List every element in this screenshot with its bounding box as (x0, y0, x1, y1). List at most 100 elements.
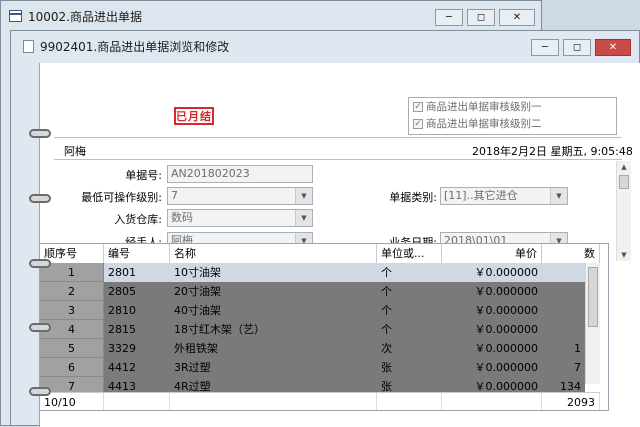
row-name: 10寸油架 (170, 263, 377, 282)
row-price: ￥0.000000 (442, 301, 542, 320)
doc-type-select[interactable]: [11]..其它进仓 ▼ (440, 187, 568, 205)
scroll-down-icon[interactable]: ▼ (617, 249, 631, 261)
table-row[interactable]: 6 4412 3R过塑 张 ￥0.000000 7 (40, 358, 585, 377)
doc-type-label: 单据类别: (389, 191, 437, 204)
back-close-button[interactable]: ✕ (499, 9, 535, 26)
row-code: 2805 (104, 282, 170, 301)
column-header-price[interactable]: 单价 (442, 244, 542, 263)
column-header-qty[interactable]: 数 (542, 244, 600, 263)
row-name: 外租铁架 (170, 339, 377, 358)
approval-box: ✓ 商品进出单据审核级别一 ✓ 商品进出单据审核级别二 (408, 97, 617, 135)
row-price: ￥0.000000 (442, 263, 542, 282)
table-row[interactable]: 3 2810 40寸油架 个 ￥0.000000 (40, 301, 585, 320)
min-level-select[interactable]: 7 ▼ (167, 187, 313, 205)
front-window-title: 9902401.商品进出单据浏览和修改 (40, 39, 230, 54)
doc-no-field[interactable]: AN201802023 (167, 165, 313, 183)
back-minimize-button[interactable]: ─ (435, 9, 463, 26)
row-unit: 张 (377, 358, 442, 377)
current-user: 阿梅 (64, 145, 86, 158)
approval-level-2-label: 商品进出单据审核级别二 (426, 118, 542, 130)
table-row[interactable]: 2 2805 20寸油架 个 ￥0.000000 (40, 282, 585, 301)
doc-type-value: [11]..其它进仓 (444, 189, 518, 202)
footer-cell (170, 393, 377, 410)
table-row[interactable]: 4 2815 18寸红木架（艺） 个 ￥0.000000 (40, 320, 585, 339)
row-qty (542, 301, 585, 320)
binder-ring-icon (29, 387, 51, 396)
row-price: ￥0.000000 (442, 339, 542, 358)
column-header-unit[interactable]: 单位或... (377, 244, 442, 263)
scroll-thumb[interactable] (619, 175, 629, 189)
row-qty: 1 (542, 339, 585, 358)
back-maximize-button[interactable]: ◻ (467, 9, 495, 26)
form-scrollbar[interactable]: ▲ ▼ (616, 161, 631, 261)
table-row[interactable]: 5 3329 外租铁架 次 ￥0.000000 1 (40, 339, 585, 358)
approval-level-1[interactable]: ✓ 商品进出单据审核级别一 (413, 98, 616, 115)
warehouse-label: 入货仓库: (114, 213, 162, 226)
row-price: ￥0.000000 (442, 358, 542, 377)
row-qty (542, 282, 585, 301)
row-name: 40寸油架 (170, 301, 377, 320)
row-qty: 7 (542, 358, 585, 377)
front-maximize-button[interactable]: ◻ (563, 39, 591, 56)
front-window: 9902401.商品进出单据浏览和修改 ─ ◻ ✕ 已月结 ✓ 商品进出单据审核… (10, 30, 640, 427)
back-window-title: 10002.商品进出单据 (28, 9, 142, 24)
row-unit: 个 (377, 320, 442, 339)
current-datetime: 2018年2月2日 星期五, 9:05:48 (472, 145, 633, 158)
column-header-code[interactable]: 编号 (104, 244, 170, 263)
row-name: 20寸油架 (170, 282, 377, 301)
row-qty (542, 263, 585, 282)
min-level-label: 最低可操作级别: (81, 191, 162, 204)
footer-cell (377, 393, 442, 410)
row-seq: 5 (40, 339, 104, 358)
row-unit: 个 (377, 263, 442, 282)
footer-cell (442, 393, 542, 410)
divider (54, 159, 622, 160)
warehouse-value: 数码 (171, 211, 193, 224)
footer-total: 2093 (542, 393, 600, 410)
approval-level-2[interactable]: ✓ 商品进出单据审核级别二 (413, 115, 616, 132)
row-unit: 个 (377, 301, 442, 320)
binder-ring-icon (29, 323, 51, 332)
row-price: ￥0.000000 (442, 320, 542, 339)
row-unit: 个 (377, 282, 442, 301)
front-close-button[interactable]: ✕ (595, 39, 631, 56)
row-name: 18寸红木架（艺） (170, 320, 377, 339)
divider (54, 137, 622, 138)
binder-ring-icon (29, 259, 51, 268)
binder-ring-icon (29, 194, 51, 203)
row-name: 3R过塑 (170, 358, 377, 377)
table-row[interactable]: 1 2801 10寸油架 个 ￥0.000000 (40, 263, 585, 282)
items-grid: 顺序号 编号 名称 单位或... 单价 数 1 2801 10寸油架 个 ￥0.… (39, 243, 609, 411)
row-code: 3329 (104, 339, 170, 358)
doc-no-label: 单据号: (125, 169, 162, 182)
month-closed-stamp: 已月结 (174, 107, 214, 125)
window-app-icon (9, 10, 22, 22)
row-seq: 6 (40, 358, 104, 377)
grid-scrollbar[interactable] (585, 263, 600, 384)
row-seq: 3 (40, 301, 104, 320)
footer-cell (104, 393, 170, 410)
grid-footer: 10/10 2093 (40, 392, 600, 410)
checkbox-checked-icon[interactable]: ✓ (413, 101, 423, 112)
row-code: 2810 (104, 301, 170, 320)
chevron-down-icon[interactable]: ▼ (550, 188, 567, 204)
scroll-thumb[interactable] (588, 267, 598, 327)
checkbox-checked-icon[interactable]: ✓ (413, 118, 423, 129)
binder-ring-icon (29, 129, 51, 138)
chevron-down-icon[interactable]: ▼ (295, 210, 312, 226)
chevron-down-icon[interactable]: ▼ (295, 188, 312, 204)
row-code: 4412 (104, 358, 170, 377)
min-level-value: 7 (171, 189, 178, 202)
front-minimize-button[interactable]: ─ (531, 39, 559, 56)
row-unit: 次 (377, 339, 442, 358)
document-icon (23, 39, 34, 53)
row-price: ￥0.000000 (442, 282, 542, 301)
column-header-name[interactable]: 名称 (170, 244, 377, 263)
scroll-up-icon[interactable]: ▲ (617, 161, 631, 173)
row-seq: 2 (40, 282, 104, 301)
row-qty (542, 320, 585, 339)
approval-level-1-label: 商品进出单据审核级别一 (426, 101, 542, 113)
grid-header: 顺序号 编号 名称 单位或... 单价 数 (40, 244, 600, 264)
warehouse-select[interactable]: 数码 ▼ (167, 209, 313, 227)
row-code: 2801 (104, 263, 170, 282)
